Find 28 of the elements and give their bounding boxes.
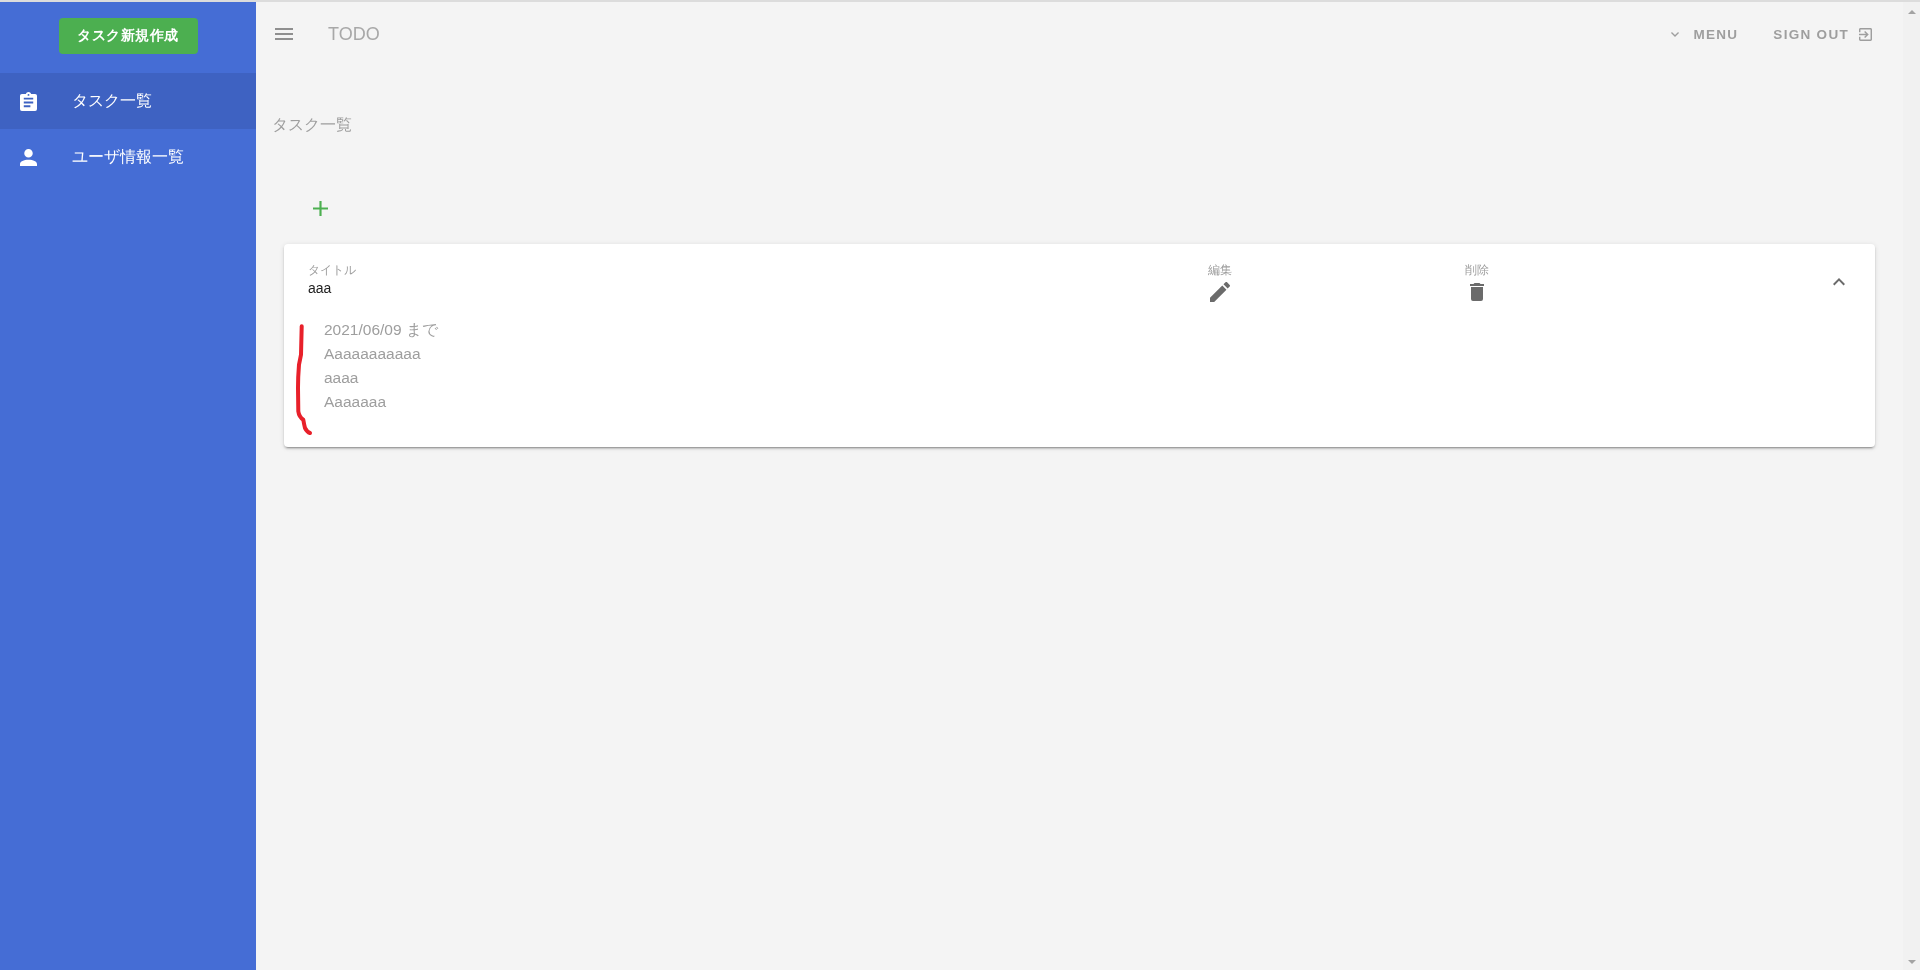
- field-label: タイトル: [308, 262, 356, 278]
- sidebar-item[interactable]: ユーザ情報一覧: [0, 129, 256, 185]
- page-title: タスク一覧: [272, 115, 353, 135]
- plus-icon: [312, 200, 328, 216]
- scrollbar[interactable]: [1903, 2, 1920, 970]
- pencil-icon: [1210, 282, 1231, 302]
- clipboard-icon: [19, 91, 37, 111]
- task-due-date: 2021/06/09 まで: [324, 320, 439, 340]
- menu-icon: [275, 28, 293, 40]
- chevron-down-icon: [1671, 31, 1680, 37]
- sign-out-button[interactable]: SIGN OUT: [1757, 16, 1888, 52]
- chevron-up-icon: [1833, 278, 1845, 286]
- sign-out-icon: [1859, 27, 1872, 41]
- menu-dropdown-button[interactable]: MENU: [1655, 16, 1755, 52]
- scroll-up-arrow-icon[interactable]: [1907, 10, 1916, 14]
- person-icon: [19, 148, 37, 166]
- create-task-button[interactable]: タスク新規作成: [58, 18, 198, 54]
- edit-button[interactable]: [1208, 280, 1233, 304]
- field-label: 削除: [1465, 262, 1490, 278]
- task-detail-line: Aaaaaaa: [324, 392, 388, 412]
- sidebar-item[interactable]: タスク一覧: [0, 73, 256, 129]
- field-label: 編集: [1208, 262, 1233, 278]
- app-title: TODO: [328, 23, 380, 45]
- task-title: aaa: [308, 279, 332, 298]
- task-detail-line: aaaa: [324, 368, 360, 388]
- task-detail-line: Aaaaaaaaaaa: [324, 344, 422, 364]
- trash-icon: [1470, 283, 1485, 301]
- scroll-down-arrow-icon[interactable]: [1907, 960, 1916, 964]
